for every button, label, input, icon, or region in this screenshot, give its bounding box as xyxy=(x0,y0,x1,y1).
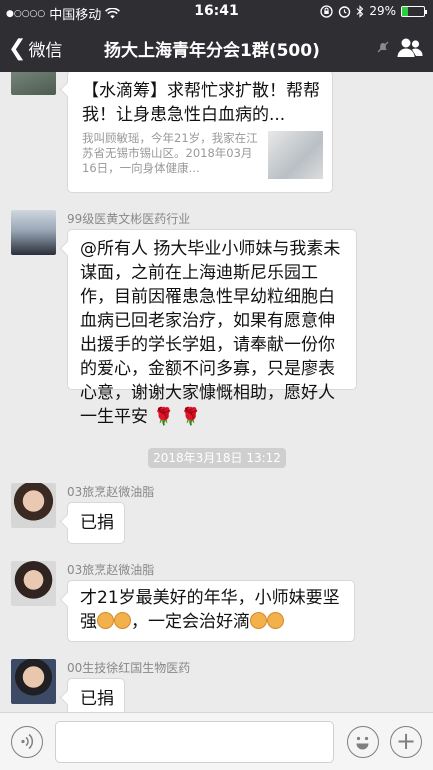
sender-name: 03旅烹赵微油脂 xyxy=(67,485,155,499)
back-button[interactable]: ❮ 微信 xyxy=(8,36,62,61)
battery-icon xyxy=(401,5,427,17)
avatar[interactable] xyxy=(11,561,56,606)
message-text: ，一定会治好滴 xyxy=(131,612,250,632)
emoji-button[interactable] xyxy=(347,726,379,758)
chat-area[interactable]: 【水滴筹】求帮忙求扩散！帮帮我！让身患急性白血病的... 我叫顾敏瑶，今年21岁… xyxy=(0,72,433,712)
message-input[interactable] xyxy=(55,721,334,763)
lock-rotation-icon xyxy=(320,4,333,18)
avatar[interactable] xyxy=(11,483,56,528)
message-bubble[interactable]: 已捐 xyxy=(67,678,125,712)
emoji-icon xyxy=(356,736,369,750)
time-separator: 2018年3月18日 13:12 xyxy=(148,448,286,468)
plus-icon: + xyxy=(395,727,417,755)
battery-level-fill xyxy=(402,6,409,16)
sender-name: 99级医黄文彬医药行业 xyxy=(67,212,191,226)
message-bubble[interactable]: 已捐 xyxy=(67,502,125,544)
sender-name: 03旅烹赵微油脂 xyxy=(67,563,155,577)
avatar[interactable] xyxy=(11,659,56,704)
voice-icon xyxy=(21,733,34,750)
voice-button[interactable] xyxy=(11,726,43,758)
message-text: 已捐 xyxy=(80,513,114,533)
rose-emoji-icon: 🌹 🌹 xyxy=(153,407,202,427)
back-chevron-icon: ❮ xyxy=(8,35,27,61)
message-text: 已捐 xyxy=(80,689,114,709)
mute-icon xyxy=(377,41,389,53)
fist-emoji-icon xyxy=(97,612,114,629)
link-card-message[interactable]: 【水滴筹】求帮忙求扩散！帮帮我！让身患急性白血病的... 我叫顾敏瑶，今年21岁… xyxy=(67,72,333,193)
link-card-thumbnail xyxy=(268,131,323,179)
avatar[interactable] xyxy=(11,72,56,95)
message-bubble[interactable]: 才21岁最美好的年华，小师妹要坚强 ，一定会治好滴 xyxy=(67,580,355,642)
bluetooth-icon xyxy=(356,4,364,18)
fist-emoji-icon xyxy=(114,612,131,629)
avatar[interactable] xyxy=(11,210,56,255)
fist-emoji-icon xyxy=(267,612,284,629)
input-bar: + xyxy=(0,712,433,770)
plus-button[interactable]: + xyxy=(390,726,422,758)
group-members-icon[interactable] xyxy=(397,37,423,59)
battery-percent: 29% xyxy=(369,4,396,18)
link-card-title: 【水滴筹】求帮忙求扩散！帮帮我！让身患急性白血病的... xyxy=(82,81,320,125)
link-card-description: 我叫顾敏瑶，今年21岁，我家在江苏省无锡市锡山区。2018年03月16日，一向身… xyxy=(82,131,258,175)
fist-emoji-icon xyxy=(250,612,267,629)
nav-bar: ❮ 微信 扬大上海青年分会1群(500) xyxy=(0,24,433,72)
alarm-icon xyxy=(339,5,351,18)
back-label: 微信 xyxy=(28,41,63,61)
chat-title: 扬大上海青年分会1群(500) xyxy=(104,41,320,61)
message-text: @所有人 扬大毕业小师妹与我素未谋面，之前在上海迪斯尼乐园工作，目前因罹患急性早… xyxy=(80,239,341,427)
status-right: 29% xyxy=(320,4,427,18)
sender-name: 00生技徐红国生物医药 xyxy=(67,661,191,675)
message-bubble[interactable]: @所有人 扬大毕业小师妹与我素未谋面，之前在上海迪斯尼乐园工作，目前因罹患急性早… xyxy=(67,229,357,427)
status-bar: ●○○○○ 中国移动 16:41 29% xyxy=(0,0,433,24)
